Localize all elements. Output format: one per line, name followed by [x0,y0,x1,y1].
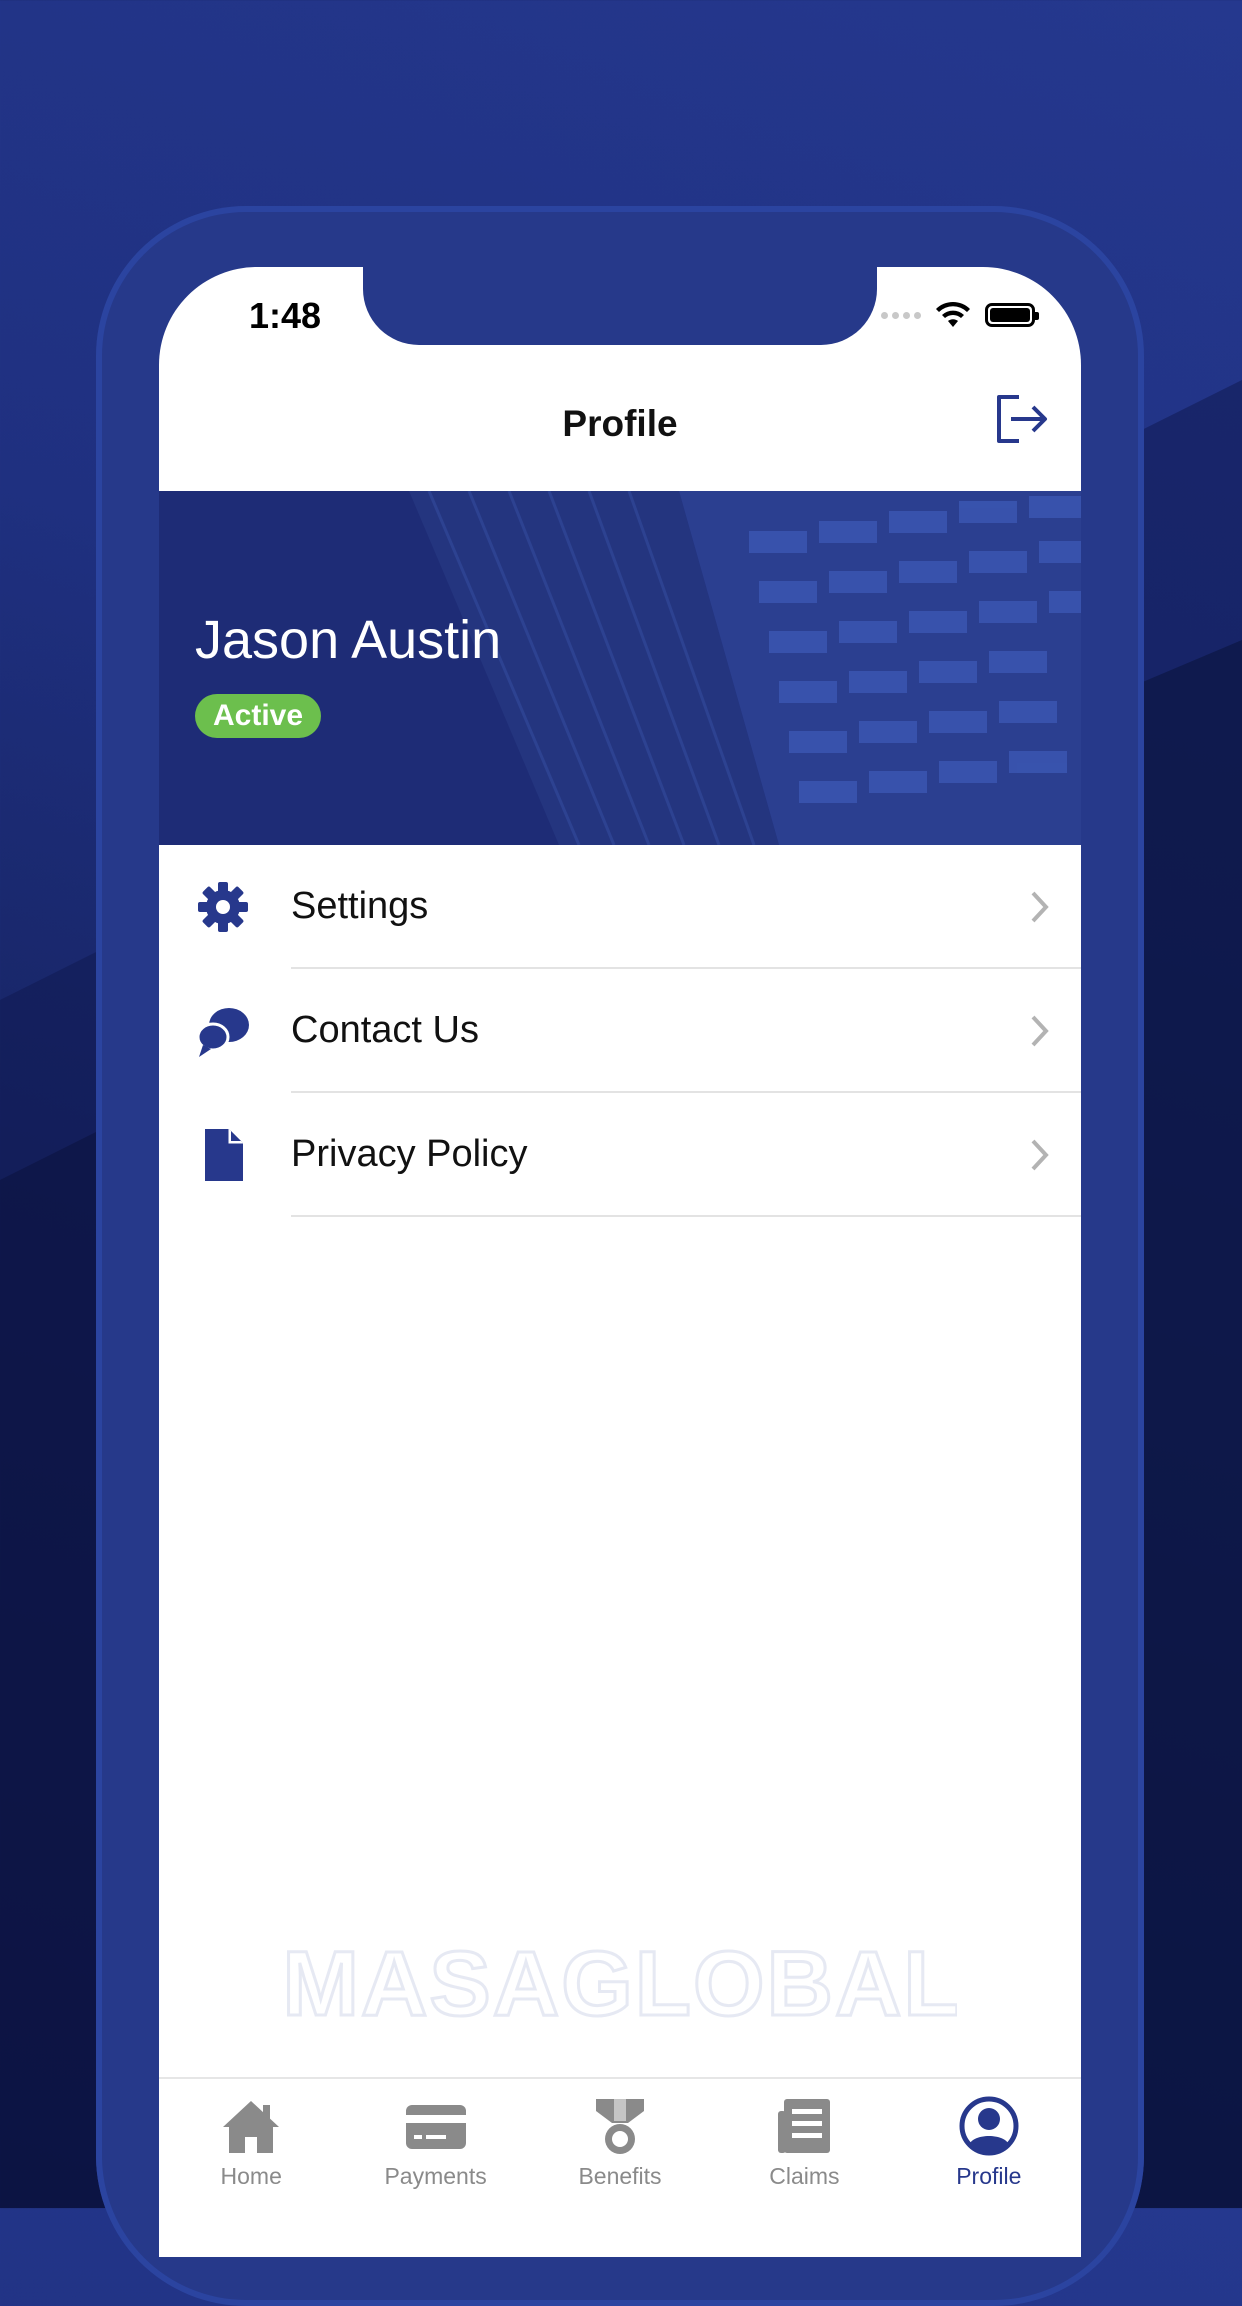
status-icons [881,301,1039,329]
tab-claims[interactable]: Claims [712,2079,896,2257]
medal-icon [596,2099,645,2154]
tab-label: Payments [384,2163,487,2189]
tab-label: Home [220,2163,282,2189]
menu-item-label: Privacy Policy [291,1133,528,1175]
tab-profile[interactable]: Profile [897,2079,1081,2257]
menu-item-settings[interactable]: Settings [159,845,1081,969]
tab-label: Benefits [578,2163,662,2189]
tab-payments[interactable]: Payments [343,2079,527,2257]
divider [291,1215,1081,1217]
menu-item-contact-us[interactable]: Contact Us [159,969,1081,1093]
news-document-icon [778,2099,831,2153]
tab-label: Profile [956,2163,1022,2189]
masaglobal-watermark-logo: MASAGLOBAL [287,1933,957,2033]
menu-item-privacy-policy[interactable]: Privacy Policy [159,1093,1081,1217]
tab-label: Claims [769,2163,840,2189]
wifi-icon [936,301,970,327]
home-icon [223,2101,280,2153]
user-circle-icon [959,2096,1019,2156]
phone-notch [363,267,877,345]
profile-name: Jason Austin [195,610,502,670]
battery-icon [985,303,1039,327]
tab-benefits[interactable]: Benefits [528,2079,712,2257]
logout-icon[interactable] [989,387,1053,451]
navigation-bar: Profile [159,357,1081,485]
chevron-right-icon [1031,891,1049,923]
profile-header: Jason Austin Active [159,491,1081,845]
chevron-right-icon [1031,1139,1049,1171]
gear-icon [198,882,248,932]
document-icon [205,1129,243,1181]
page-title: Profile [562,403,678,444]
menu-item-label: Settings [291,885,429,927]
chevron-right-icon [1031,1015,1049,1047]
status-badge: Active [195,694,322,738]
chat-bubbles-icon [196,1008,249,1057]
status-time: 1:48 [249,295,322,336]
tab-home[interactable]: Home [159,2079,343,2257]
tab-bar: Home Payments Benefits Claims Profile [159,2077,1081,2257]
menu-item-label: Contact Us [291,1009,479,1051]
profile-menu: Settings Contact Us Privacy Policy [159,845,1081,1217]
credit-card-icon [405,2105,466,2149]
watermark-text: MASAGLOBAL [287,1933,957,2033]
phone-screen: 1:48 Profile Jason Austin Active Setting… [159,267,1081,2257]
signal-dots-icon [881,311,921,319]
